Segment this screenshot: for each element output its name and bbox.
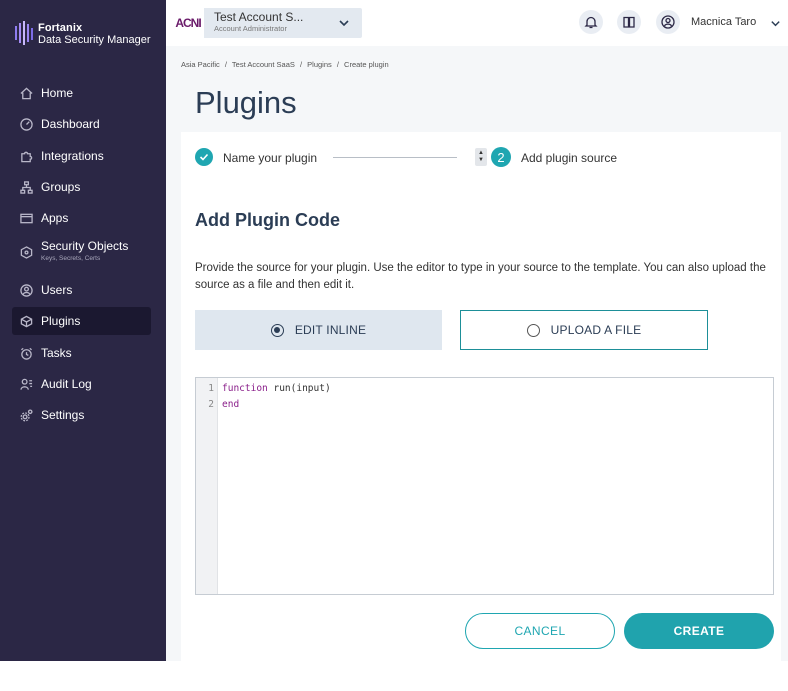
sidebar-item-apps[interactable]: Apps — [12, 204, 151, 232]
create-button[interactable]: CREATE — [624, 613, 774, 649]
sidebar-item-security-objects[interactable]: Security Objects Keys, Secrets, Certs — [12, 235, 151, 269]
gear-icon — [19, 408, 34, 423]
stepper-up-icon[interactable]: ▲ — [478, 150, 484, 157]
main-content: Asia Pacific / Test Account SaaS / Plugi… — [166, 46, 788, 661]
step-2-label: Add plugin source — [521, 151, 618, 165]
page-title: Plugins — [195, 85, 297, 120]
breadcrumb-current: Create plugin — [344, 60, 389, 69]
code-editor[interactable]: 1 2 function run(input) end — [195, 377, 774, 595]
user-avatar-button[interactable] — [656, 10, 680, 34]
alarm-icon — [19, 346, 34, 361]
edit-inline-radio[interactable] — [270, 323, 284, 337]
account-logo: ACNI — [172, 8, 204, 38]
puzzle-icon — [19, 149, 34, 164]
user-name[interactable]: Macnica Taro — [691, 16, 756, 28]
breadcrumb: Asia Pacific / Test Account SaaS / Plugi… — [181, 60, 389, 69]
upload-file-option[interactable]: UPLOAD A FILE — [460, 310, 708, 350]
sidebar: Fortanix Data Security Manager Home Dash… — [0, 0, 166, 661]
home-icon — [19, 86, 34, 101]
step-stepper[interactable]: ▲ ▼ — [475, 148, 487, 166]
brand-name: Fortanix — [38, 22, 83, 34]
sidebar-item-dashboard[interactable]: Dashboard — [12, 110, 151, 138]
groups-icon — [19, 180, 34, 195]
apps-icon — [19, 211, 34, 226]
help-docs-button[interactable] — [617, 10, 641, 34]
sidebar-item-settings[interactable]: Settings — [12, 401, 151, 429]
bell-icon — [584, 16, 598, 29]
sidebar-item-integrations[interactable]: Integrations — [12, 142, 151, 170]
top-header: ACNI Test Account S... Account Administr… — [166, 0, 788, 46]
upload-file-label: UPLOAD A FILE — [550, 323, 642, 337]
chevron-down-icon — [339, 20, 349, 27]
sidebar-item-tasks[interactable]: Tasks — [12, 339, 151, 367]
step-connector — [333, 157, 457, 158]
sidebar-item-audit-log[interactable]: Audit Log — [12, 370, 151, 398]
app-root: Fortanix Data Security Manager Home Dash… — [0, 0, 788, 691]
sidebar-item-users[interactable]: Users — [12, 276, 151, 304]
plugin-icon — [19, 314, 34, 329]
breadcrumb-plugins[interactable]: Plugins — [307, 60, 332, 69]
code-line[interactable]: end — [222, 399, 239, 410]
line-number: 2 — [208, 399, 214, 410]
brand-logo[interactable]: Fortanix Data Security Manager — [14, 16, 151, 52]
book-icon — [623, 16, 635, 28]
section-description: Provide the source for your plugin. Use … — [195, 262, 766, 291]
step-2-number: 2 — [491, 147, 511, 167]
line-number: 1 — [208, 383, 214, 394]
edit-inline-option[interactable]: EDIT INLINE — [195, 310, 442, 350]
brand-product: Data Security Manager — [38, 34, 151, 46]
user-menu-chevron-icon[interactable] — [770, 18, 781, 29]
audit-log-icon — [19, 377, 34, 392]
step-1-label[interactable]: Name your plugin — [223, 151, 317, 165]
notifications-button[interactable] — [579, 10, 603, 34]
step-complete-check-icon — [195, 148, 213, 166]
dashboard-icon — [19, 117, 34, 132]
user-avatar-icon — [661, 15, 675, 29]
breadcrumb-region[interactable]: Asia Pacific — [181, 60, 220, 69]
fortanix-logo-icon — [15, 21, 33, 45]
sidebar-item-groups[interactable]: Groups — [12, 173, 151, 201]
user-icon — [19, 283, 34, 298]
wizard-steps: Name your plugin ▲ ▼ 2 Add plugin source — [195, 144, 755, 172]
stepper-down-icon[interactable]: ▼ — [478, 157, 484, 164]
edit-inline-label: EDIT INLINE — [294, 323, 367, 337]
account-switcher[interactable]: ACNI Test Account S... Account Administr… — [172, 8, 362, 38]
upload-file-radio[interactable] — [526, 323, 540, 337]
cancel-button[interactable]: CANCEL — [465, 613, 615, 649]
account-role: Account Administrator — [214, 24, 287, 33]
breadcrumb-account[interactable]: Test Account SaaS — [232, 60, 295, 69]
code-line[interactable]: function run(input) — [222, 383, 331, 394]
security-objects-icon — [19, 245, 34, 260]
sidebar-item-plugins[interactable]: Plugins — [12, 307, 151, 335]
editor-gutter: 1 2 — [196, 378, 218, 594]
sidebar-item-home[interactable]: Home — [12, 79, 151, 107]
create-plugin-card: Name your plugin ▲ ▼ 2 Add plugin source… — [181, 132, 781, 661]
section-title: Add Plugin Code — [195, 210, 340, 230]
account-name: Test Account S... — [214, 10, 304, 24]
